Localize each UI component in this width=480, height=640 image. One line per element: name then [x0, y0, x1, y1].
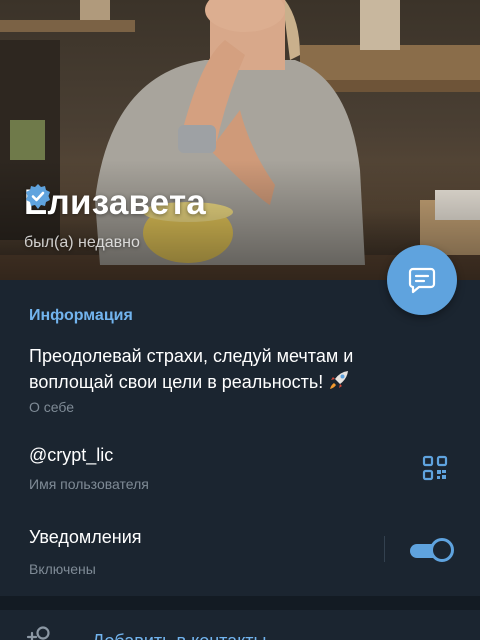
bio-text[interactable]: Преодолевай страхи, следуй мечтам и вопл… — [29, 344, 409, 398]
qr-code-icon[interactable] — [422, 455, 448, 481]
bio-label: О себе — [29, 399, 75, 415]
bio-value: Преодолевай страхи, следуй мечтам и вопл… — [29, 346, 354, 392]
message-button[interactable] — [387, 245, 457, 315]
profile-photo[interactable]: Елизавета был(а) недавно — [0, 0, 480, 280]
rocket-icon — [328, 369, 350, 398]
profile-name-row: Елизавета — [24, 183, 244, 223]
last-seen-status: был(а) недавно — [24, 234, 140, 251]
toggle-knob — [430, 538, 454, 562]
notifications-toggle[interactable] — [410, 536, 454, 562]
message-icon — [408, 267, 436, 294]
add-contact-row[interactable]: Добавить в контакты — [0, 610, 480, 640]
username-label: Имя пользователя — [29, 476, 149, 492]
notifications-label[interactable]: Уведомления — [29, 527, 142, 548]
add-contact-label: Добавить в контакты — [92, 631, 266, 640]
info-section: Информация Преодолевай страхи, следуй ме… — [0, 280, 480, 596]
notifications-state: Включены — [29, 561, 96, 577]
divider — [384, 536, 385, 562]
section-title: Информация — [29, 307, 133, 324]
section-gap — [0, 596, 480, 610]
username-value[interactable]: @crypt_lic — [29, 445, 113, 466]
verified-badge-icon — [26, 184, 244, 217]
add-contact-icon — [26, 626, 50, 640]
